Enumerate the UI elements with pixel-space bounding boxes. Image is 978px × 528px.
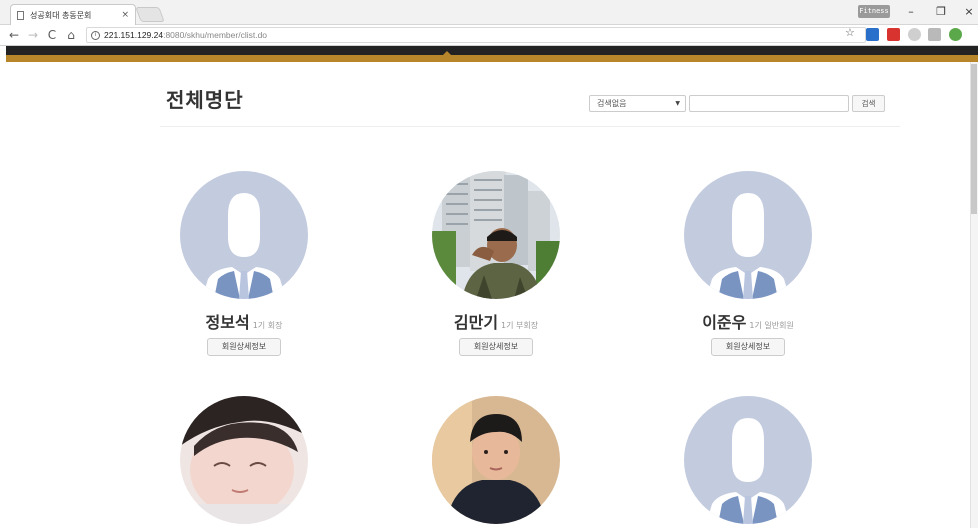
member-detail-button[interactable]: 회원상세정보 <box>459 338 533 356</box>
extension-icon-blue[interactable] <box>866 28 879 41</box>
avatar <box>684 396 812 524</box>
member-photo <box>180 396 308 524</box>
extension-icon-green[interactable] <box>949 28 962 41</box>
member-role: 1기 회장 <box>252 321 283 330</box>
member-name-line: 김만기 1기 부회장 <box>396 309 596 333</box>
new-tab-button[interactable] <box>135 7 165 22</box>
tab-close-icon[interactable]: × <box>121 10 129 20</box>
search-button[interactable]: 검색 <box>852 95 885 112</box>
avatar <box>180 396 308 524</box>
address-bar[interactable]: i 221.151.129.24:8080/skhu/member/clist.… <box>86 27 866 43</box>
site-header-bar <box>6 46 978 55</box>
default-avatar-icon <box>684 171 812 299</box>
info-icon[interactable]: i <box>91 30 100 40</box>
restore-button[interactable]: ❐ <box>933 5 949 19</box>
member-name: 이준우 <box>702 313 747 332</box>
member-name-line: 정보석 1기 회장 <box>144 309 344 333</box>
member-photo <box>432 171 560 299</box>
divider <box>160 126 900 127</box>
avatar <box>432 396 560 524</box>
profile-button[interactable]: Fitness <box>858 5 890 18</box>
url-path: :8080/skhu/member/clist.do <box>163 30 268 40</box>
browser-toolbar: ← → C ⌂ i 221.151.129.24:8080/skhu/membe… <box>0 25 978 46</box>
member-name: 김만기 <box>453 313 499 332</box>
extension-icon-square[interactable] <box>928 28 941 41</box>
close-window-button[interactable]: × <box>961 5 977 19</box>
search-type-select[interactable]: 검색없음 ▼ <box>589 95 686 112</box>
bookmark-star-icon[interactable]: ☆ <box>845 26 855 39</box>
page-icon <box>17 10 24 20</box>
back-icon[interactable]: ← <box>6 27 22 43</box>
home-icon[interactable]: ⌂ <box>63 27 79 43</box>
member-photo <box>432 396 560 524</box>
default-avatar-icon <box>180 171 308 299</box>
search-input[interactable] <box>689 95 849 112</box>
minimize-button[interactable]: – <box>903 5 919 19</box>
search-type-value: 검색없음 <box>597 99 627 108</box>
forward-icon[interactable]: → <box>25 27 41 43</box>
reload-icon[interactable]: C <box>44 27 60 43</box>
scrollbar-thumb[interactable] <box>971 64 977 214</box>
avatar <box>432 171 560 299</box>
extension-icon-red[interactable] <box>887 28 900 41</box>
member-role: 1기 일반회원 <box>749 321 794 330</box>
menu-caret-icon <box>443 51 451 55</box>
avatar <box>684 171 812 299</box>
member-name-line: 이준우 1기 일반회원 <box>648 309 848 333</box>
browser-tab[interactable]: 성공회대 총동문회 × <box>10 4 136 25</box>
avatar <box>180 171 308 299</box>
page-title: 전체명단 <box>166 88 244 112</box>
member-role: 1기 부회장 <box>501 321 539 330</box>
tab-title: 성공회대 총동문회 <box>30 10 92 20</box>
url-host: 221.151.129.24 <box>104 30 164 40</box>
chevron-down-icon: ▼ <box>675 100 680 107</box>
member-detail-button[interactable]: 회원상세정보 <box>711 338 785 356</box>
extension-icon-gray[interactable] <box>908 28 921 41</box>
default-avatar-icon <box>684 396 812 524</box>
member-detail-button[interactable]: 회원상세정보 <box>207 338 281 356</box>
member-name: 정보석 <box>205 313 250 332</box>
site-header-accent <box>6 55 978 62</box>
browser-tab-strip: 성공회대 총동문회 × Fitness – ❐ × <box>0 0 978 25</box>
